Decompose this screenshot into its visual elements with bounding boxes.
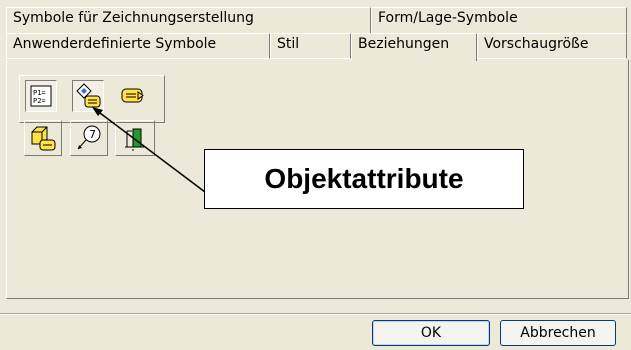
cancel-button[interactable]: Abbrechen bbox=[500, 320, 616, 346]
ok-button[interactable]: OK bbox=[372, 320, 490, 346]
ok-button-label: OK bbox=[420, 325, 442, 341]
callout-objektattribute: Objektattribute bbox=[204, 149, 524, 209]
bottom-separator-highlight bbox=[0, 314, 631, 315]
cancel-button-label: Abbrechen bbox=[520, 325, 596, 341]
callout-text: Objektattribute bbox=[264, 163, 464, 194]
